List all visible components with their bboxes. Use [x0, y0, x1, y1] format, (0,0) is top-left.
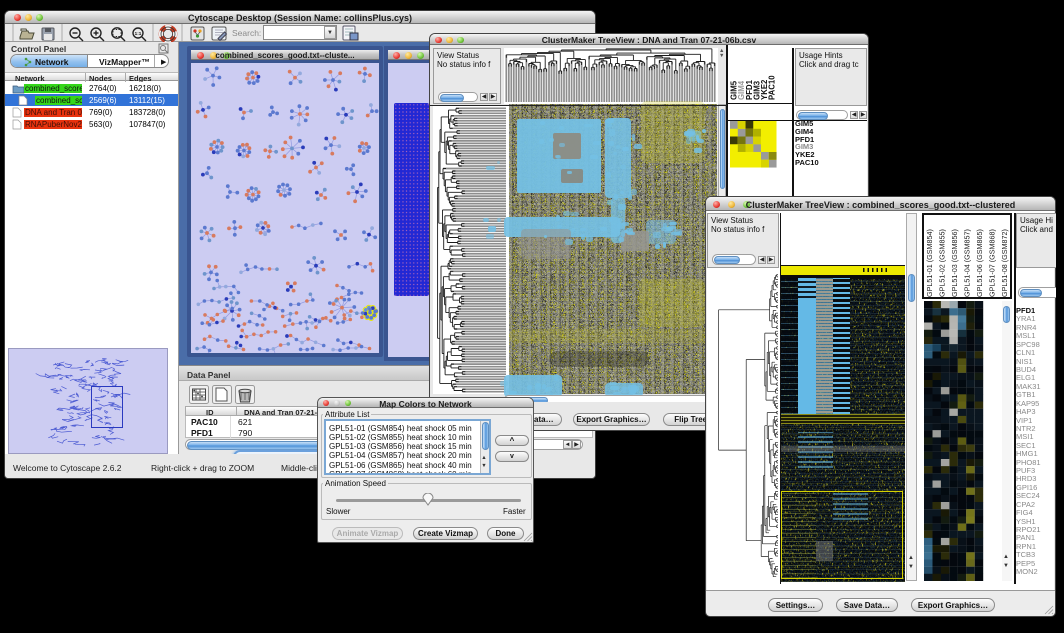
svg-text:GPL51-08 (GSM872): GPL51-08 (GSM872): [1000, 229, 1009, 297]
svg-text:GPL51-04 (GSM857): GPL51-04 (GSM857): [963, 229, 972, 297]
svg-text:GPL51-06 (GSM865): GPL51-06 (GSM865): [975, 229, 984, 297]
svg-text:GPL51-01 (GSM854): GPL51-01 (GSM854): [925, 229, 934, 297]
svg-text:PAC10: PAC10: [768, 75, 777, 100]
svg-text:GPL51-07 (GSM868): GPL51-07 (GSM868): [988, 229, 997, 297]
svg-text:GPL51-03 (GSM856): GPL51-03 (GSM856): [950, 229, 959, 297]
svg-text:1:1: 1:1: [135, 31, 142, 36]
svg-text:GPL51-02 (GSM855): GPL51-02 (GSM855): [938, 229, 947, 297]
